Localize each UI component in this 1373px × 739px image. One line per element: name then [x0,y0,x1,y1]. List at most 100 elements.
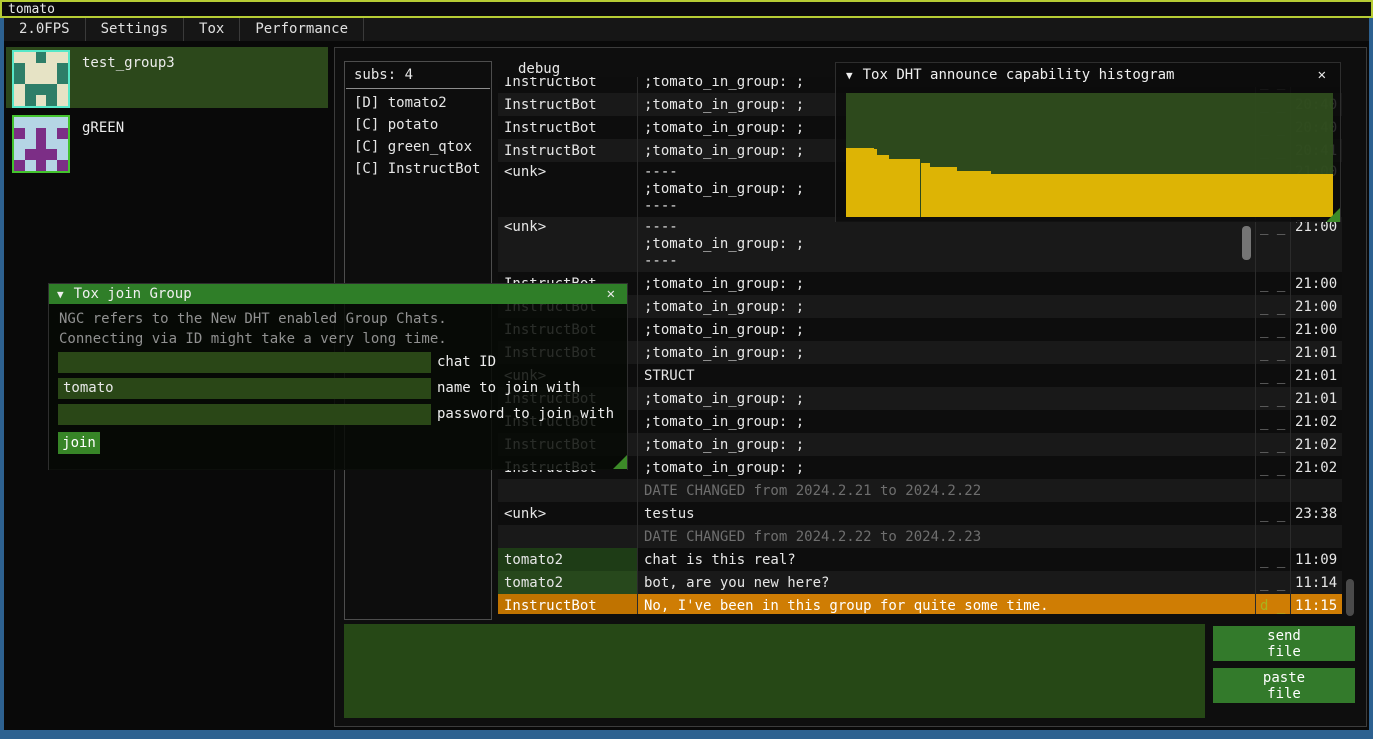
menu-item-performance[interactable]: Performance [240,18,364,41]
window-title-bar: tomato [0,0,1373,18]
message-author: InstructBot [498,139,638,162]
subscriber-item[interactable]: [C] green_qtox [345,137,491,159]
histogram-bar [930,167,957,217]
message-text: testus [638,502,1256,525]
message-status: _ _ [1256,341,1291,364]
message-text: ;tomato_in_group: ; [638,433,1256,456]
window-scrollbar-thumb[interactable] [1346,579,1354,616]
message-author: <unk> [498,162,638,217]
histogram-bar [877,155,889,217]
menu-bar: 2.0FPSSettingsToxPerformance [4,18,1369,41]
message-text: ;tomato_in_group: ; [638,456,1256,479]
group-name: test_group3 [82,55,175,108]
avatar-pixel [25,95,36,106]
join-password-input[interactable] [58,404,431,425]
message-text: DATE CHANGED from 2024.2.21 to 2024.2.22 [638,479,1256,502]
message-time [1291,525,1342,548]
group-name: gREEN [82,120,124,173]
avatar-pixel [36,63,47,74]
join-button[interactable]: join [58,432,100,454]
subscriber-item[interactable]: [C] potato [345,115,491,137]
collapse-icon[interactable]: ▼ [57,288,64,301]
avatar-pixel [57,160,68,171]
avatar-pixel [46,160,57,171]
tab-debug[interactable]: debug [518,61,560,77]
menu-item-tox[interactable]: Tox [184,18,240,41]
message-status: _ _ [1256,456,1291,479]
avatar-pixel [36,74,47,85]
message-text: ;tomato_in_group: ; [638,272,1256,295]
avatar-pixel [14,128,25,139]
subscribers-list: [D] tomato2[C] potato[C] green_qtox[C] I… [345,93,491,181]
histogram-bar [846,148,874,217]
avatar-pixel [57,52,68,63]
subscriber-item[interactable]: [D] tomato2 [345,93,491,115]
message-time: 21:02 [1291,433,1342,456]
message-row[interactable]: tomato2chat is this real?_ _11:09 [498,548,1342,571]
menu-item-2-0fps[interactable]: 2.0FPS [4,18,86,41]
avatar-pixel [57,84,68,95]
histogram-bar [957,171,991,217]
message-author: InstructBot [498,77,638,93]
chat-scrollbar-thumb[interactable] [1242,226,1251,260]
join-group-title-bar[interactable]: ▼ Tox join Group ✕ [49,284,627,304]
avatar-pixel [57,149,68,160]
message-row[interactable]: DATE CHANGED from 2024.2.22 to 2024.2.23 [498,525,1342,548]
message-author [498,479,638,502]
avatar-pixel [36,160,47,171]
chat-id-label: chat ID [431,354,496,370]
menu-item-settings[interactable]: Settings [86,18,184,41]
message-status [1256,525,1291,548]
avatar-pixel [36,95,47,106]
message-text: ;tomato_in_group: ; [638,295,1256,318]
message-row[interactable]: DATE CHANGED from 2024.2.21 to 2024.2.22 [498,479,1342,502]
message-row[interactable]: tomato2bot, are you new here?_ _11:14 [498,571,1342,594]
avatar-pixel [36,117,47,128]
message-text: ;tomato_in_group: ; [638,387,1256,410]
collapse-icon[interactable]: ▼ [846,69,853,82]
chat-id-input[interactable] [58,352,431,373]
send-file-button[interactable]: send file [1213,626,1355,661]
avatar-pixel [46,139,57,150]
message-author: <unk> [498,502,638,525]
dht-histogram-title: Tox DHT announce capability histogram [863,67,1314,83]
group-avatar [12,50,70,108]
subscriber-item[interactable]: [C] InstructBot [345,159,491,181]
message-author: <unk> [498,217,638,272]
avatar-pixel [25,117,36,128]
message-row[interactable]: <unk>testus_ _23:38 [498,502,1342,525]
close-icon[interactable]: ✕ [1314,67,1330,83]
sidebar-item-green[interactable]: gREEN [6,112,328,173]
paste-file-button[interactable]: paste file [1213,668,1355,703]
avatar-pixel [25,149,36,160]
avatar-pixel [36,128,47,139]
avatar-pixel [25,139,36,150]
histogram-bar [991,174,1333,217]
message-input[interactable] [344,624,1205,718]
join-name-input[interactable] [58,378,431,399]
message-row[interactable]: InstructBotNo, I've been in this group f… [498,594,1342,614]
avatar-pixel [46,128,57,139]
message-time: 21:02 [1291,410,1342,433]
avatar-pixel [46,52,57,63]
avatar-pixel [46,63,57,74]
sidebar-item-test_group3[interactable]: test_group3 [6,47,328,108]
avatar-pixel [57,74,68,85]
message-time: 21:01 [1291,341,1342,364]
message-row[interactable]: <unk>---- ;tomato_in_group: ; ----_ _21:… [498,217,1342,272]
app-content: 2.0FPSSettingsToxPerformance test_group3… [4,18,1369,730]
message-status: _ _ [1256,433,1291,456]
avatar-pixel [36,84,47,95]
join-name-label: name to join with [431,380,580,396]
close-icon[interactable]: ✕ [603,286,619,302]
resize-grip-icon[interactable] [613,455,627,469]
avatar-pixel [57,139,68,150]
dht-histogram-title-bar[interactable]: ▼ Tox DHT announce capability histogram … [836,63,1340,87]
message-text: STRUCT [638,364,1256,387]
message-status: _ _ [1256,318,1291,341]
resize-grip-icon[interactable] [1326,208,1340,222]
message-status: _ _ [1256,217,1291,272]
message-time [1291,479,1342,502]
avatar-pixel [46,84,57,95]
avatar-pixel [46,117,57,128]
